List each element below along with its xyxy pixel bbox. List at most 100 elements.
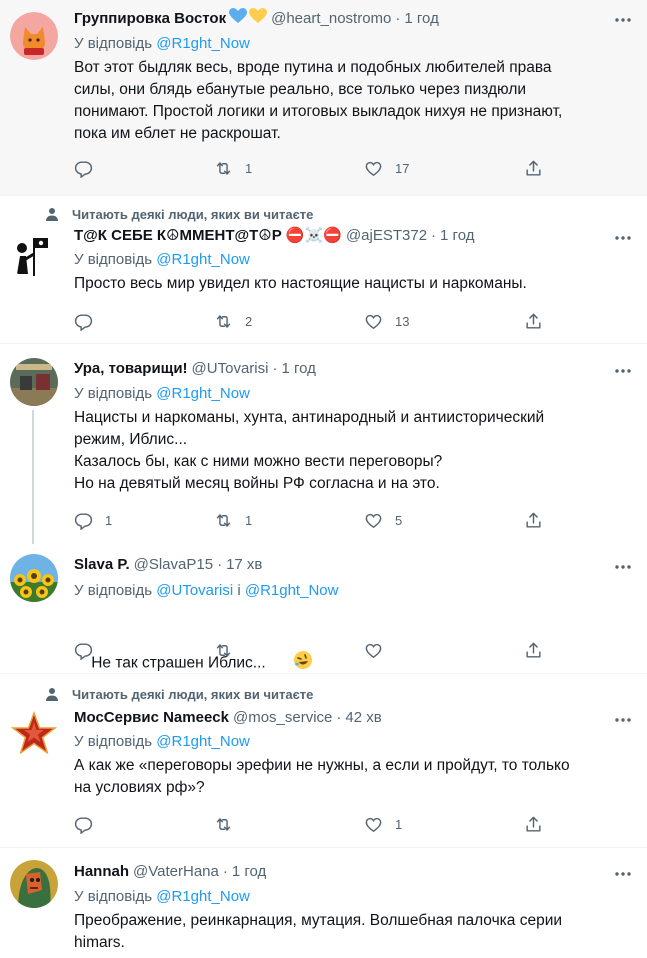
author-name[interactable]: Ура, товарищи! bbox=[74, 359, 188, 379]
retweet-icon bbox=[216, 513, 231, 527]
author-handle[interactable]: @heart_nostromo bbox=[271, 9, 391, 29]
retweet-count: 2 bbox=[245, 313, 253, 329]
tweet-header: МосСервис Nameeck @mos_service · 42 хв bbox=[74, 708, 603, 728]
reply-button[interactable] bbox=[74, 158, 105, 178]
tweet-card[interactable]: Slava P. @SlavaP15 · 17 хв У відповідь @… bbox=[0, 544, 647, 674]
action-bar: 2 13 bbox=[74, 311, 544, 331]
separator-dot: · bbox=[217, 556, 223, 573]
author-handle[interactable]: @UTovarisi bbox=[192, 359, 269, 379]
more-options-icon[interactable] bbox=[613, 557, 633, 577]
timestamp[interactable]: 1 год bbox=[440, 226, 474, 246]
like-count: 13 bbox=[395, 313, 410, 329]
mention-link[interactable]: @R1ght_Now bbox=[156, 733, 250, 750]
more-options-icon[interactable] bbox=[613, 710, 633, 730]
reply-context: У відповідь @UTovarisi і @R1ght_Now bbox=[74, 581, 338, 601]
like-count: 17 bbox=[395, 160, 410, 176]
like-button[interactable]: 5 bbox=[364, 510, 402, 530]
author-handle[interactable]: @ajEST372 bbox=[346, 226, 427, 246]
social-context: Читають деякі люди, яких ви читаєте bbox=[44, 206, 313, 222]
retweet-count: 1 bbox=[245, 160, 253, 176]
avatar[interactable] bbox=[10, 860, 58, 908]
reply-button[interactable] bbox=[74, 640, 105, 660]
tweet-card[interactable]: Группировка Восток @heart_nostromo · 1 г… bbox=[0, 0, 647, 196]
reply-joiner: і bbox=[233, 582, 245, 599]
share-button[interactable] bbox=[524, 640, 543, 660]
like-button[interactable]: 1 bbox=[364, 814, 402, 834]
retweet-button[interactable] bbox=[214, 640, 245, 660]
avatar[interactable] bbox=[10, 232, 58, 280]
timestamp[interactable]: 1 год bbox=[232, 862, 266, 882]
retweet-button[interactable] bbox=[214, 814, 245, 834]
timestamp[interactable]: 42 хв bbox=[345, 708, 381, 728]
share-button[interactable] bbox=[524, 158, 543, 178]
timestamp[interactable]: 17 хв bbox=[226, 555, 262, 575]
like-button[interactable]: 17 bbox=[364, 158, 409, 178]
mention-link[interactable]: @R1ght_Now bbox=[245, 582, 339, 599]
mention-link[interactable]: @R1ght_Now bbox=[156, 385, 250, 402]
timestamp[interactable]: 1 год bbox=[404, 9, 438, 29]
avatar[interactable] bbox=[10, 358, 58, 406]
author-handle[interactable]: @mos_service bbox=[233, 708, 332, 728]
share-button[interactable] bbox=[524, 814, 543, 834]
reply-button[interactable] bbox=[74, 814, 105, 834]
mention-link[interactable]: @R1ght_Now bbox=[156, 35, 250, 52]
reply-prefix: У відповідь bbox=[74, 733, 157, 750]
timestamp[interactable]: 1 год bbox=[281, 359, 315, 379]
author-name[interactable]: МосСервис Nameeck bbox=[74, 708, 229, 728]
like-button[interactable]: 13 bbox=[364, 311, 409, 331]
mention-link[interactable]: @R1ght_Now bbox=[156, 888, 250, 905]
more-options-icon[interactable] bbox=[613, 10, 633, 30]
yellow-heart-icon bbox=[249, 8, 268, 30]
reply-icon bbox=[74, 512, 93, 530]
separator-dot: · bbox=[222, 863, 228, 880]
social-context-text: Читають деякі люди, яких ви читаєте bbox=[72, 206, 314, 222]
reply-button[interactable]: 1 bbox=[74, 510, 112, 530]
tweet-header: Slava P. @SlavaP15 · 17 хв bbox=[74, 555, 603, 575]
reply-prefix: У відповідь bbox=[74, 582, 157, 599]
reply-context: У відповідь @R1ght_Now bbox=[74, 250, 250, 270]
reply-context: У відповідь @R1ght_Now bbox=[74, 732, 250, 752]
tweet-text: Вот этот быдляк весь, вроде путина и под… bbox=[74, 59, 563, 142]
person-icon bbox=[44, 686, 60, 702]
author-handle[interactable]: @SlavaP15 bbox=[134, 555, 213, 575]
retweet-icon bbox=[216, 161, 231, 175]
author-handle[interactable]: @VaterHana bbox=[133, 862, 219, 882]
retweet-button[interactable]: 1 bbox=[214, 158, 252, 178]
avatar[interactable] bbox=[10, 12, 58, 60]
tweet-card[interactable]: Читають деякі люди, яких ви читаєте Т@К … bbox=[0, 196, 647, 344]
share-button[interactable] bbox=[524, 311, 543, 331]
tweet-card[interactable]: Ура, товарищи! @UTovarisi · 1 год У відп… bbox=[0, 344, 647, 544]
like-count: 1 bbox=[395, 816, 403, 832]
more-options-icon[interactable] bbox=[613, 864, 633, 884]
author-name[interactable]: Slava P. bbox=[74, 555, 130, 575]
reply-count: 1 bbox=[105, 512, 113, 528]
retweet-button[interactable]: 1 bbox=[214, 510, 252, 530]
retweet-icon bbox=[216, 817, 231, 831]
tweet-card[interactable]: Hannah @VaterHana · 1 год У відповідь @R… bbox=[0, 848, 647, 958]
like-button[interactable] bbox=[364, 640, 395, 660]
author-name[interactable]: Т@К СЕБЕ К☮ММЕНТ@Т☮Р ⛔☠️⛔ bbox=[74, 226, 342, 246]
mention-link[interactable]: @UTovarisi bbox=[156, 582, 233, 599]
more-options-icon[interactable] bbox=[613, 361, 633, 381]
avatar[interactable] bbox=[10, 554, 58, 602]
share-button[interactable] bbox=[524, 510, 543, 530]
reply-prefix: У відповідь bbox=[74, 35, 157, 52]
reply-button[interactable] bbox=[74, 311, 105, 331]
tweet-card[interactable]: Читають деякі люди, яких ви читаєте МосС… bbox=[0, 674, 647, 848]
author-name[interactable]: Hannah bbox=[74, 862, 129, 882]
reply-prefix: У відповідь bbox=[74, 251, 157, 268]
tweet-header: Ура, товарищи! @UTovarisi · 1 год bbox=[74, 359, 603, 379]
reply-prefix: У відповідь bbox=[74, 385, 157, 402]
heart-icon bbox=[365, 643, 382, 658]
more-options-icon[interactable] bbox=[613, 228, 633, 248]
mention-link[interactable]: @R1ght_Now bbox=[156, 251, 250, 268]
retweet-button[interactable]: 2 bbox=[214, 311, 252, 331]
avatar[interactable] bbox=[10, 710, 58, 758]
share-icon bbox=[526, 642, 541, 658]
action-bar bbox=[74, 640, 544, 660]
social-context: Читають деякі люди, яких ви читаєте bbox=[44, 686, 313, 702]
heart-icon bbox=[365, 314, 382, 329]
tweet-text: Нацисты и наркоманы, хунта, антинародный… bbox=[74, 409, 545, 492]
tweet-header: Т@К СЕБЕ К☮ММЕНТ@Т☮Р ⛔☠️⛔ @ajEST372 · 1 … bbox=[74, 226, 603, 246]
author-name[interactable]: Группировка Восток bbox=[74, 9, 226, 29]
